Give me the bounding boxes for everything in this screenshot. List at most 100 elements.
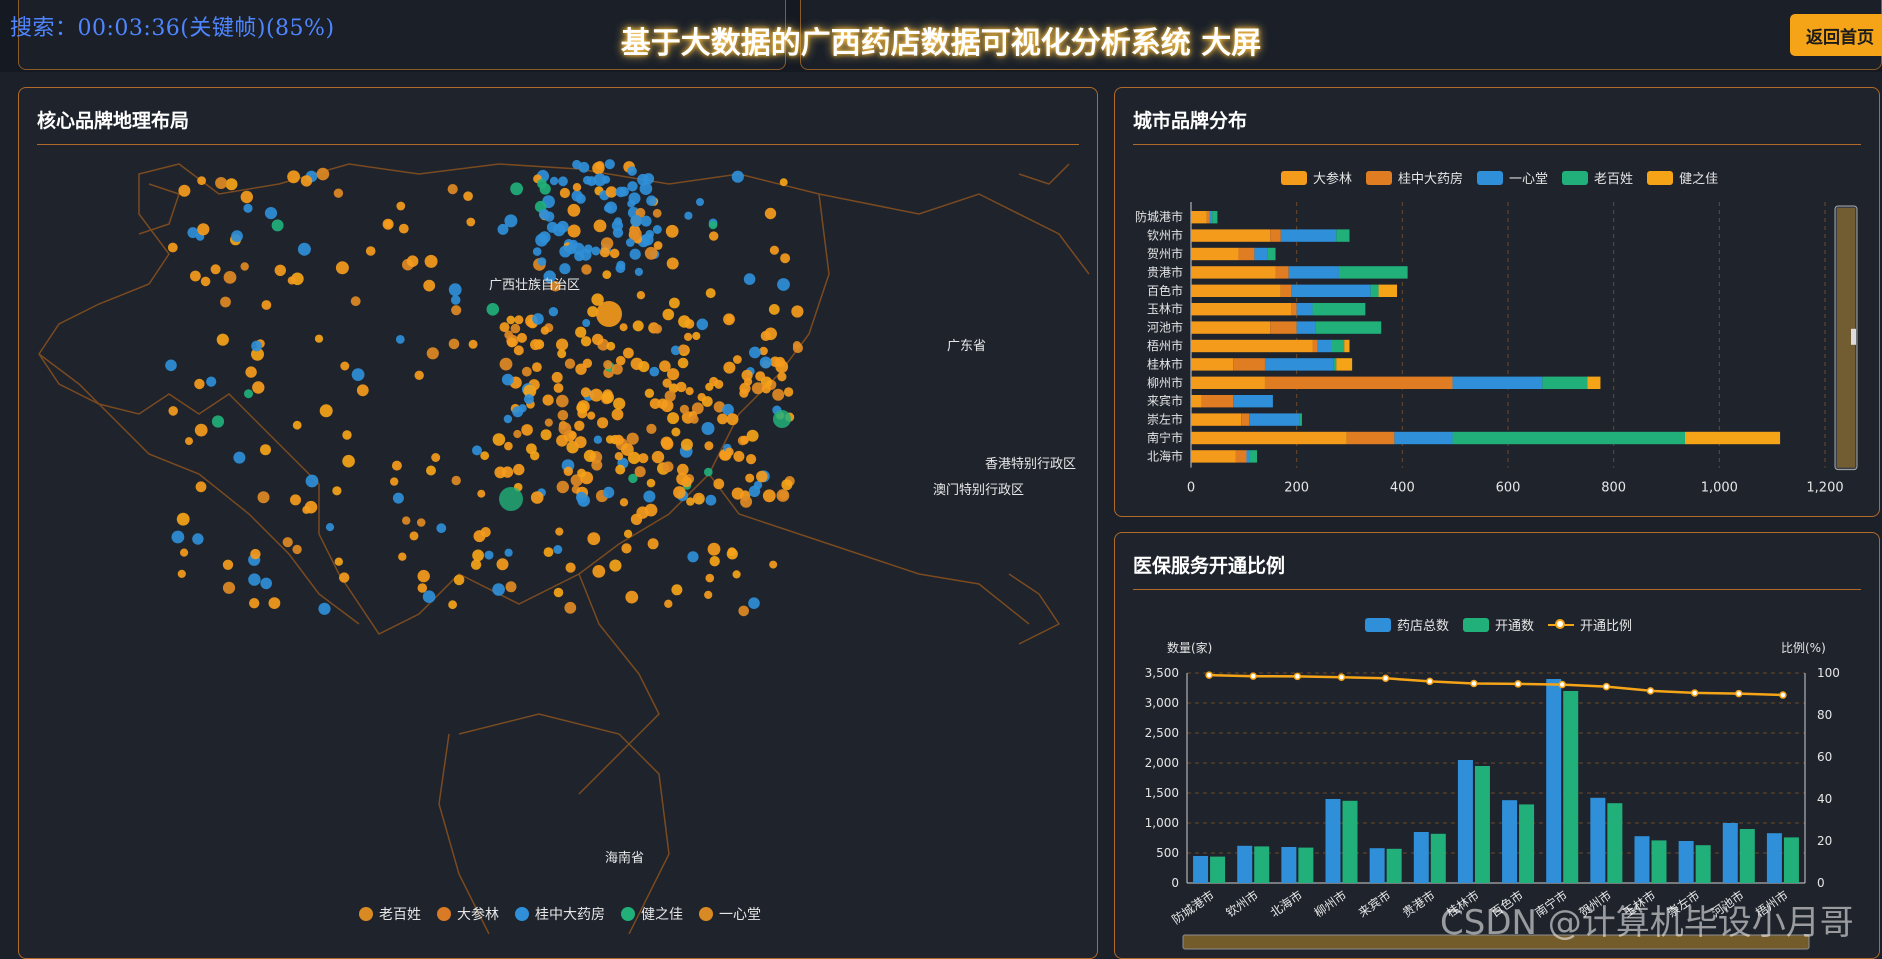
x-tick-label: 1,200 xyxy=(1806,481,1843,496)
store-marker xyxy=(468,339,478,349)
bar-segment xyxy=(1270,229,1281,242)
map-label-macau: 澳门特别行政区 xyxy=(933,482,1024,498)
legend-item-guizhong[interactable]: 桂中大药房 xyxy=(515,904,605,924)
legend-item-enabled[interactable]: 开通数 xyxy=(1463,615,1534,634)
store-marker xyxy=(211,415,225,428)
store-marker xyxy=(678,315,691,328)
store-marker xyxy=(643,490,656,503)
store-marker xyxy=(597,417,609,429)
x-category-label: 北海市 xyxy=(1267,887,1305,920)
store-marker xyxy=(677,357,689,369)
legend-label: 药店总数 xyxy=(1397,619,1450,634)
bar-segment xyxy=(1684,431,1781,445)
legend-item-yixintang[interactable]: 一心堂 xyxy=(699,904,761,924)
store-marker xyxy=(532,313,544,325)
store-marker xyxy=(666,257,679,270)
store-marker xyxy=(167,242,178,253)
store-marker xyxy=(190,270,201,282)
store-marker xyxy=(582,358,593,368)
bar-segment xyxy=(1209,211,1213,224)
store-marker xyxy=(609,248,620,259)
x-tick-label: 1,000 xyxy=(1701,481,1738,496)
legend-item-ratio[interactable]: 开通比例 xyxy=(1548,615,1632,634)
x-tick-label: 0 xyxy=(1187,481,1195,496)
store-marker xyxy=(791,305,804,318)
ratio-point xyxy=(1514,680,1522,688)
store-marker xyxy=(621,443,634,456)
store-marker xyxy=(540,429,552,441)
store-marker xyxy=(726,548,738,560)
store-marker xyxy=(569,239,578,249)
store-marker xyxy=(759,356,772,369)
store-marker xyxy=(638,453,649,464)
back-home-button[interactable]: 返回首页 xyxy=(1790,14,1882,56)
store-marker xyxy=(194,423,208,437)
store-marker xyxy=(523,394,534,405)
store-marker xyxy=(300,175,313,187)
store-marker xyxy=(472,445,482,456)
bar-enabled xyxy=(1430,833,1446,883)
store-marker xyxy=(637,173,649,186)
store-marker xyxy=(568,431,577,440)
store-marker xyxy=(632,320,644,332)
bar-segment xyxy=(1191,376,1265,389)
store-marker xyxy=(282,537,293,548)
bar-segment xyxy=(1191,413,1242,426)
bar-total xyxy=(1281,847,1297,883)
bar-enabled xyxy=(1474,766,1490,883)
brand-stacked-bar-chart[interactable]: 0 200 400 600 800 1,000 1,200 防城港市钦州市贺州市贵港市百色市玉… xyxy=(1115,184,1879,514)
legend-label: 开通数 xyxy=(1495,619,1535,634)
store-marker xyxy=(649,398,661,409)
legend-item-jianzhijia[interactable]: 健之佳 xyxy=(621,904,683,924)
store-marker xyxy=(243,203,253,213)
bar-segment xyxy=(1452,376,1543,389)
store-marker xyxy=(453,574,465,586)
store-marker xyxy=(647,538,659,550)
map-label-hainan: 海南省 xyxy=(605,850,644,866)
store-marker xyxy=(240,190,253,204)
store-cluster-marker xyxy=(596,301,622,327)
store-marker xyxy=(707,542,721,556)
store-marker xyxy=(748,597,760,609)
store-marker xyxy=(252,381,265,394)
store-marker xyxy=(792,341,802,350)
store-marker xyxy=(601,391,615,404)
bar-enabled xyxy=(1210,856,1226,883)
bar-segment xyxy=(1235,450,1247,463)
store-marker xyxy=(551,371,563,383)
y-category-label: 桂林市 xyxy=(1147,356,1183,371)
store-marker xyxy=(342,430,352,440)
store-marker xyxy=(612,227,624,238)
store-marker xyxy=(725,447,734,457)
bar-enabled xyxy=(1739,829,1755,883)
legend-item-laobaixing[interactable]: 老百姓 xyxy=(359,904,421,924)
ratio-point xyxy=(1779,691,1787,699)
bar-total xyxy=(1678,841,1694,883)
bar-segment xyxy=(1238,247,1255,261)
legend-item-total[interactable]: 药店总数 xyxy=(1365,615,1449,634)
store-marker xyxy=(748,485,761,497)
store-marker xyxy=(619,498,629,507)
legend-swatch-icon xyxy=(1365,617,1391,632)
store-marker xyxy=(615,464,626,475)
store-marker xyxy=(548,307,559,317)
store-marker xyxy=(781,479,793,491)
store-marker xyxy=(538,231,551,244)
legend-item-dasenlin[interactable]: 大参林 xyxy=(437,904,499,924)
store-marker xyxy=(350,296,361,307)
store-marker xyxy=(342,454,355,468)
store-marker xyxy=(567,203,581,217)
store-marker xyxy=(693,492,705,505)
ratio-point xyxy=(1735,689,1743,698)
store-marker xyxy=(556,434,568,447)
store-marker xyxy=(563,466,573,476)
x-category-label: 来宾市 xyxy=(1355,887,1393,920)
store-marker xyxy=(513,345,524,356)
map-canvas[interactable]: 广西壮族自治区 广东省 香港特别行政区 澳门特别行政区 海南省 xyxy=(19,154,1097,934)
map-legend: 老百姓 大参林 桂中大药房 健之佳 一心堂 xyxy=(359,904,761,924)
bar-total xyxy=(1413,832,1429,883)
store-marker xyxy=(669,297,680,309)
store-marker xyxy=(777,372,787,382)
bar-enabled xyxy=(1651,840,1667,883)
store-marker xyxy=(557,410,569,421)
